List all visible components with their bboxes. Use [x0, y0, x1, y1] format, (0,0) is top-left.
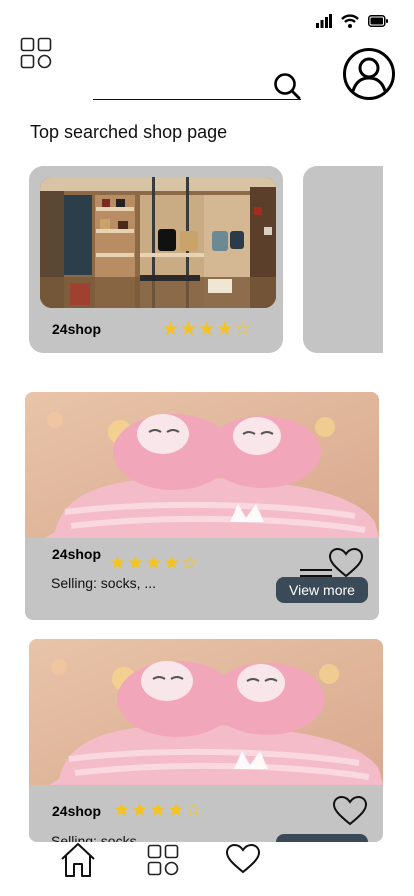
view-more-button[interactable]: View more [276, 577, 368, 603]
star-filled-icon: ★ [113, 799, 131, 821]
star-filled-icon: ★ [131, 799, 149, 821]
battery-icon [368, 15, 388, 27]
shop-carousel[interactable]: 24shop ★ ★ ★ ★ ☆ [29, 166, 383, 354]
star-rating: ★ ★ ★ ★ ☆ [162, 320, 251, 339]
section-title: Top searched shop page [30, 122, 228, 142]
bottom-nav [0, 842, 414, 896]
search-input[interactable] [93, 70, 265, 98]
star-filled-icon: ★ [127, 552, 145, 574]
menu-grid-icon[interactable] [20, 37, 52, 69]
search-bar [93, 70, 301, 100]
star-filled-icon: ★ [198, 318, 216, 340]
star-filled-icon: ★ [145, 552, 163, 574]
product-card[interactable]: 24shop ★★★★☆ Selling: socks, ... View mo… [25, 392, 379, 620]
star-empty-icon: ☆ [181, 552, 199, 574]
product-shop-name: 24shop [52, 546, 102, 562]
search-icon[interactable] [273, 72, 301, 100]
product-description: Selling: socks, ... [51, 833, 157, 842]
wifi-icon [341, 14, 359, 28]
product-description: Selling: socks, ... [51, 575, 157, 591]
home-icon[interactable] [60, 842, 96, 878]
star-filled-icon: ★ [180, 318, 198, 340]
status-bar [316, 14, 388, 28]
shop-photo [40, 177, 276, 308]
user-profile-icon[interactable] [342, 47, 396, 101]
star-filled-icon: ★ [162, 318, 180, 340]
star-filled-icon: ★ [216, 318, 234, 340]
product-card[interactable]: 24shop ★★★★☆ Selling: socks, ... View mo… [29, 639, 383, 842]
favorites-heart-icon[interactable] [226, 844, 260, 874]
signal-icon [316, 14, 332, 28]
star-filled-icon: ★ [163, 552, 181, 574]
heart-icon[interactable] [333, 796, 367, 826]
product-photo [29, 639, 383, 785]
shop-name: 24shop [52, 321, 102, 337]
shop-card[interactable]: 24shop ★ ★ ★ ★ ☆ [29, 166, 283, 353]
star-filled-icon: ★ [109, 552, 127, 574]
view-more-button[interactable]: View more [276, 834, 368, 842]
star-empty-icon: ☆ [185, 799, 203, 821]
star-filled-icon: ★ [167, 799, 185, 821]
product-shop-name: 24shop [52, 803, 102, 819]
product-photo [25, 392, 379, 538]
heart-icon[interactable] [329, 548, 363, 578]
star-rating: ★ ★ ★ ★ ☆ [109, 554, 198, 573]
star-filled-icon: ★ [149, 799, 167, 821]
shop-card-next[interactable] [303, 166, 383, 353]
star-empty-icon: ☆ [234, 318, 252, 340]
categories-grid-icon[interactable] [147, 844, 179, 876]
star-rating: ★ ★ ★ ★ ☆ [113, 801, 202, 820]
